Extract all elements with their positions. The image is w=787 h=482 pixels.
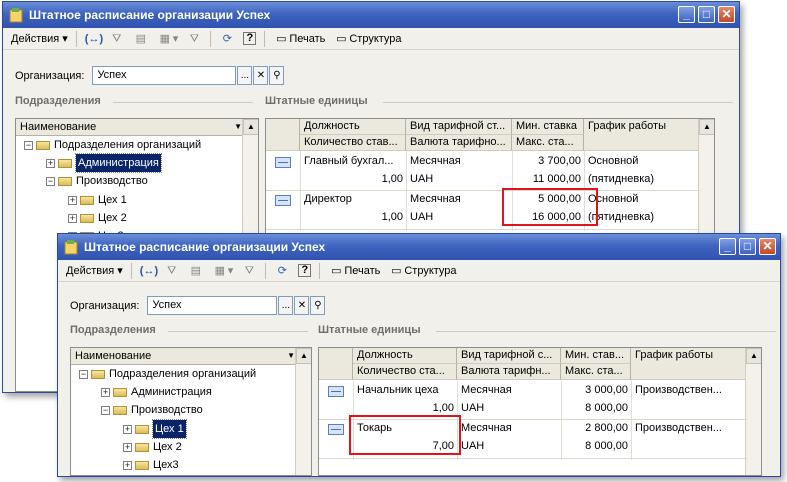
search-icon[interactable]: ⚲ [310,296,326,315]
link-icon[interactable]: (↔) [83,30,103,48]
org-label: Организация: [15,69,85,82]
clear-filter-icon[interactable]: ⛛ [239,262,259,280]
clear-icon[interactable]: ✕ [253,66,269,85]
window-title: Штатное расписание организации Успех [84,240,326,254]
close-button[interactable]: ✕ [759,238,776,255]
folder-icon [113,405,127,415]
filter-icon[interactable]: ⛛ [107,30,127,48]
tree-item-shop3[interactable]: +Цех3 [123,456,179,474]
minimize-button[interactable]: _ [719,238,736,255]
col-min-rate[interactable]: Мин. ставка [512,119,584,135]
maximize-button[interactable]: □ [739,238,756,255]
search-icon[interactable]: ⚲ [269,66,285,85]
departments-header: Подразделения [15,95,101,107]
window-titlebar[interactable]: Штатное расписание организации Успех _ □… [58,234,780,260]
clear-icon[interactable]: ✕ [294,296,310,315]
list-icon[interactable]: ▦ ▾ [210,262,236,280]
actions-menu[interactable]: Действия ▾ [64,262,125,280]
col-max-rate[interactable]: Макс. ста... [512,135,584,151]
department-tree[interactable]: Наименование ▼ ▲ − Подразделения организац… [70,347,312,476]
tree-item-shop1[interactable]: + Цех 1 [68,191,127,209]
close-button[interactable]: ✕ [718,6,735,23]
window-titlebar[interactable]: Штатное расписание организации Успех _ □… [3,2,739,28]
org-label: Организация: [70,299,140,312]
help-icon[interactable]: ? [241,30,258,48]
folder-icon [80,213,94,223]
copy-icon[interactable]: ▤ [131,30,151,48]
print-button[interactable]: ▭ Печать [326,262,382,280]
print-button[interactable]: ▭ Печать [271,30,327,48]
col-position[interactable]: Должность [300,119,406,135]
org-input[interactable]: Успех [92,66,237,85]
col-currency[interactable]: Валюта тарифн... [457,364,561,380]
staff-unit-icon [275,157,291,168]
tree-item-root[interactable]: − Подразделения организаций [79,365,256,383]
link-icon[interactable]: (↔) [138,262,158,280]
refresh-icon[interactable]: ⟳ [217,30,237,48]
col-currency[interactable]: Валюта тарифно... [406,135,512,151]
tree-item-shop1[interactable]: + Цех 1 [123,419,187,439]
minimize-button[interactable]: _ [678,6,695,23]
folder-icon [135,442,149,452]
units-header: Штатные единицы [265,95,368,107]
refresh-icon[interactable]: ⟳ [272,262,292,280]
col-min-rate[interactable]: Мин. став... [561,348,631,364]
help-icon[interactable]: ? [296,262,313,280]
tree-item-administration[interactable]: + Администрация [46,153,162,173]
highlight-position-quantity [349,415,461,455]
tree-item-production[interactable]: − Производство [46,172,148,190]
org-input[interactable]: Успех [147,296,278,315]
copy-icon[interactable]: ▤ [186,262,206,280]
folder-icon [58,176,72,186]
toolbar: Действия ▾ (↔) ⛛ ▤ ▦ ▾ ⛛ ⟳ ? ▭ Печать ▭ Стр… [3,28,739,50]
tree-item-root[interactable]: − Подразделения организаций [24,136,201,154]
folder-icon [135,460,149,470]
list-icon[interactable]: ▦ ▾ [155,30,181,48]
folder-icon [91,369,105,379]
col-rate-type[interactable]: Вид тарифной ст... [406,119,512,135]
tree-item-shop2[interactable]: + Цех 2 [123,438,182,456]
folder-app-icon [9,8,23,23]
tree-item-shop2[interactable]: + Цех 2 [68,209,127,227]
col-rate-type[interactable]: Вид тарифной с... [457,348,561,364]
tree-column-header[interactable]: Наименование ▼ [71,348,311,365]
folder-app-icon [64,240,78,255]
select-button[interactable]: ... [237,66,253,85]
window-title: Штатное расписание организации Успех [29,8,271,22]
tree-column-header[interactable]: Наименование ▼ [16,119,258,136]
select-button[interactable]: ... [278,296,294,315]
structure-button[interactable]: ▭ Структура [331,30,403,48]
staff-grid[interactable]: Должность Вид тарифной с... Мин. став...… [318,347,762,476]
staff-unit-icon [328,386,344,397]
staff-unit-icon [328,424,344,435]
folder-icon [58,158,72,168]
tree-item-production[interactable]: − Производство [101,401,203,419]
filter-icon[interactable]: ⛛ [162,262,182,280]
actions-menu[interactable]: Действия ▾ [9,30,70,48]
staff-unit-icon [275,195,291,206]
folder-icon [80,195,94,205]
col-schedule[interactable]: График работы [631,348,747,380]
highlight-rates [502,188,598,226]
toolbar: Действия ▾ (↔) ⛛ ▤ ▦ ▾ ⛛ ⟳ ? ▭ Печать ▭ Стр… [58,260,780,282]
tree-item-administration[interactable]: + Администрация [101,383,212,401]
structure-button[interactable]: ▭ Структура [386,262,458,280]
col-position[interactable]: Должность [353,348,457,364]
folder-icon [36,140,50,150]
col-quantity[interactable]: Количество став... [300,135,406,151]
col-max-rate[interactable]: Макс. ста... [561,364,631,380]
folder-icon [135,424,149,434]
departments-header: Подразделения [70,324,156,336]
folder-icon [113,387,127,397]
clear-filter-icon[interactable]: ⛛ [184,30,204,48]
units-header: Штатные единицы [318,324,421,336]
maximize-button[interactable]: □ [698,6,715,23]
window-front: Штатное расписание организации Успех _ □… [57,233,781,477]
col-quantity[interactable]: Количество ста... [353,364,457,380]
col-schedule[interactable]: График работы [584,119,700,151]
